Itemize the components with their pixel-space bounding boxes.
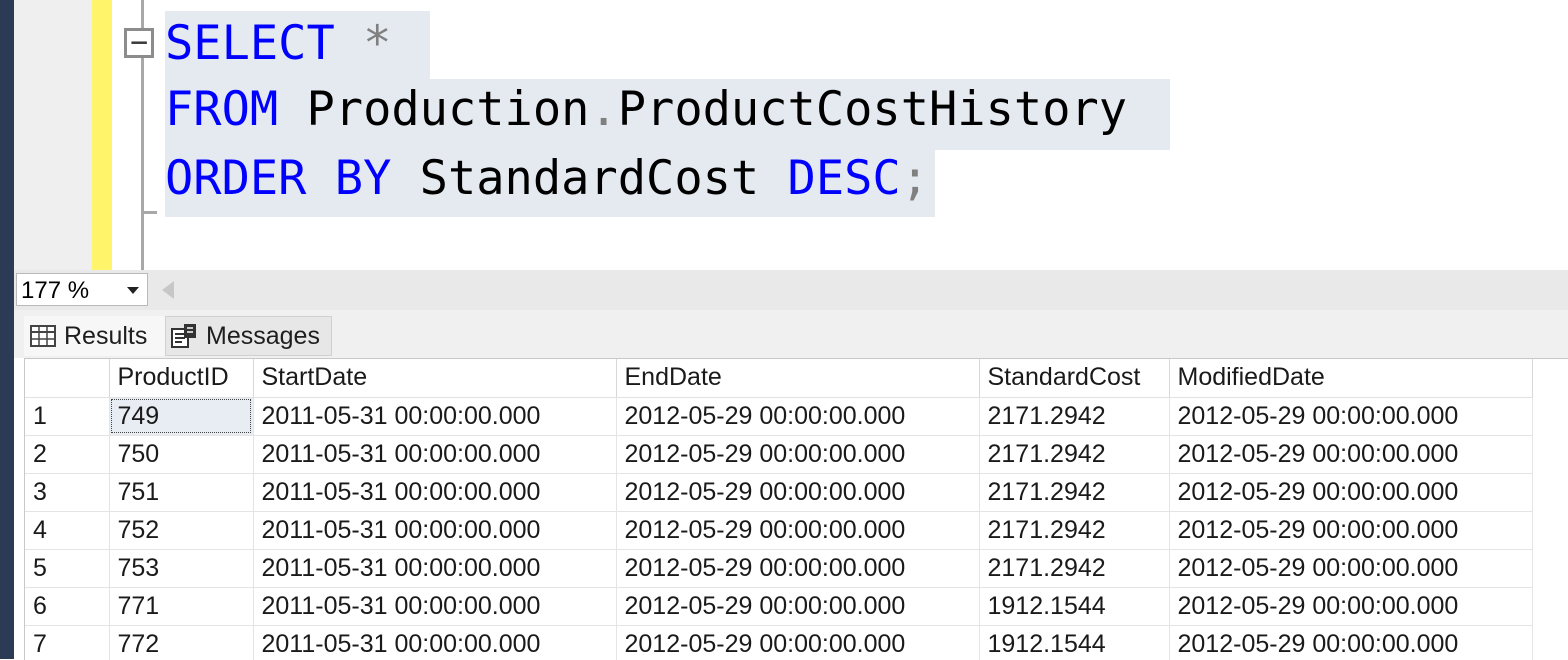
grid-cell-rownum[interactable]: 2 — [25, 435, 110, 474]
code-token: * — [363, 16, 392, 71]
grid-header-enddate[interactable]: EndDate — [616, 359, 980, 398]
grid-cell-enddate[interactable]: 2012-05-29 00:00:00.000 — [616, 549, 980, 588]
grid-cell-productid[interactable]: 772 — [109, 625, 254, 660]
editor-gutter — [14, 0, 92, 270]
grid-cell-enddate[interactable]: 2012-05-29 00:00:00.000 — [616, 587, 980, 626]
message-document-icon — [171, 324, 196, 348]
table-row[interactable]: 6 771 2011-05-31 00:00:00.000 2012-05-29 00… — [25, 587, 1533, 626]
grid-cell-standardcost[interactable]: 2171.2942 — [979, 397, 1170, 436]
results-grid[interactable]: ProductID StartDate EndDate StandardCost… — [24, 358, 1568, 660]
grid-cell-standardcost[interactable]: 1912.1544 — [979, 625, 1170, 660]
grid-cell-standardcost[interactable]: 2171.2942 — [979, 549, 1170, 588]
table-row[interactable]: 1 749 2011-05-31 00:00:00.000 2012-05-29 00… — [25, 397, 1533, 436]
grid-cell-startdate[interactable]: 2011-05-31 00:00:00.000 — [253, 625, 617, 660]
code-token: StandardCost — [391, 151, 788, 206]
grid-cell-startdate[interactable]: 2011-05-31 00:00:00.000 — [253, 473, 617, 512]
chevron-down-icon[interactable] — [127, 287, 139, 294]
grid-cell-enddate[interactable]: 2012-05-29 00:00:00.000 — [616, 511, 980, 550]
table-row[interactable]: 3 751 2011-05-31 00:00:00.000 2012-05-29 00… — [25, 473, 1533, 512]
table-row[interactable]: 7 772 2011-05-31 00:00:00.000 2012-05-29 00… — [25, 625, 1533, 660]
grid-cell-standardcost[interactable]: 1912.1544 — [979, 587, 1170, 626]
code-token: BY — [334, 151, 392, 206]
grid-header-standardcost[interactable]: StandardCost — [979, 359, 1170, 398]
code-line-3[interactable]: ORDER BY StandardCost DESC; — [165, 151, 929, 207]
code-line-1[interactable]: SELECT * — [165, 16, 391, 72]
grid-cell-startdate[interactable]: 2011-05-31 00:00:00.000 — [253, 511, 617, 550]
code-token: ORDER — [165, 151, 307, 206]
outline-end-marker — [141, 211, 157, 214]
grid-cell-startdate[interactable]: 2011-05-31 00:00:00.000 — [253, 435, 617, 474]
grid-cell-enddate[interactable]: 2012-05-29 00:00:00.000 — [616, 473, 980, 512]
code-token: DESC — [787, 151, 901, 206]
code-line-2[interactable]: FROM Production.ProductCostHistory — [165, 82, 1127, 138]
grid-cell-rownum[interactable]: 7 — [25, 625, 110, 660]
grid-cell-enddate[interactable]: 2012-05-29 00:00:00.000 — [616, 397, 980, 436]
zoom-dropdown[interactable]: 177 % — [16, 273, 148, 306]
change-tracking-bar — [92, 0, 112, 270]
grid-cell-standardcost[interactable]: 2171.2942 — [979, 435, 1170, 474]
grid-cell-rownum[interactable]: 3 — [25, 473, 110, 512]
grid-header-startdate[interactable]: StartDate — [253, 359, 617, 398]
grid-cell-rownum[interactable]: 4 — [25, 511, 110, 550]
grid-cell-rownum[interactable]: 6 — [25, 587, 110, 626]
grid-cell-productid[interactable]: 753 — [109, 549, 254, 588]
grid-cell-modifieddate[interactable]: 2012-05-29 00:00:00.000 — [1169, 587, 1533, 626]
tab-messages[interactable]: Messages — [165, 316, 332, 356]
tab-messages-label: Messages — [206, 321, 320, 350]
table-row[interactable]: 2 750 2011-05-31 00:00:00.000 2012-05-29 00… — [25, 435, 1533, 474]
grid-cell-enddate[interactable]: 2012-05-29 00:00:00.000 — [616, 435, 980, 474]
tab-results[interactable]: Results — [24, 316, 169, 356]
table-row[interactable]: 4 752 2011-05-31 00:00:00.000 2012-05-29 00… — [25, 511, 1533, 550]
grid-cell-startdate[interactable]: 2011-05-31 00:00:00.000 — [253, 587, 617, 626]
grid-cell-startdate[interactable]: 2011-05-31 00:00:00.000 — [253, 397, 617, 436]
editor-status-bar: 177 % — [14, 270, 1568, 310]
grid-cell-productid[interactable]: 771 — [109, 587, 254, 626]
query-editor[interactable]: − SELECT * FROM Production.ProductCostHi… — [14, 0, 1568, 270]
window-edge — [0, 0, 14, 659]
results-tabstrip: Results Messages — [14, 310, 1568, 358]
grid-cell-modifieddate[interactable]: 2012-05-29 00:00:00.000 — [1169, 511, 1533, 550]
grid-cell-modifieddate[interactable]: 2012-05-29 00:00:00.000 — [1169, 397, 1533, 436]
grid-cell-productid[interactable]: 751 — [109, 473, 254, 512]
grid-cell-productid[interactable]: 750 — [109, 435, 254, 474]
grid-cell-rownum[interactable]: 1 — [25, 397, 110, 436]
collapse-minus-icon[interactable]: − — [124, 28, 154, 58]
code-token: . — [589, 82, 618, 137]
grid-cell-modifieddate[interactable]: 2012-05-29 00:00:00.000 — [1169, 625, 1533, 660]
grid-cell-productid[interactable]: 752 — [109, 511, 254, 550]
code-token: ; — [900, 151, 930, 206]
grid-cell-modifieddate[interactable]: 2012-05-29 00:00:00.000 — [1169, 435, 1533, 474]
code-token: ProductCostHistory — [617, 82, 1128, 137]
table-row[interactable]: 5 753 2011-05-31 00:00:00.000 2012-05-29 00… — [25, 549, 1533, 588]
grid-cell-standardcost[interactable]: 2171.2942 — [979, 511, 1170, 550]
grid-cell-productid[interactable]: 749 — [109, 397, 254, 436]
grid-cell-enddate[interactable]: 2012-05-29 00:00:00.000 — [616, 625, 980, 660]
grid-table-icon — [30, 325, 56, 347]
grid-cell-rownum[interactable]: 5 — [25, 549, 110, 588]
tab-results-label: Results — [64, 321, 148, 350]
grid-cell-startdate[interactable]: 2011-05-31 00:00:00.000 — [253, 549, 617, 588]
grid-header-row: ProductID StartDate EndDate StandardCost… — [25, 359, 1533, 398]
grid-cell-standardcost[interactable]: 2171.2942 — [979, 473, 1170, 512]
grid-cell-modifieddate[interactable]: 2012-05-29 00:00:00.000 — [1169, 549, 1533, 588]
code-token: Production — [278, 82, 590, 137]
code-token: SELECT — [165, 16, 335, 71]
grid-header-rownum[interactable] — [25, 359, 110, 398]
grid-header-productid[interactable]: ProductID — [109, 359, 254, 398]
grid-header-modifieddate[interactable]: ModifiedDate — [1169, 359, 1533, 398]
scroll-left-arrow-icon[interactable] — [162, 281, 174, 299]
zoom-level: 177 % — [21, 277, 90, 304]
code-token: FROM — [165, 82, 279, 137]
grid-cell-modifieddate[interactable]: 2012-05-29 00:00:00.000 — [1169, 473, 1533, 512]
